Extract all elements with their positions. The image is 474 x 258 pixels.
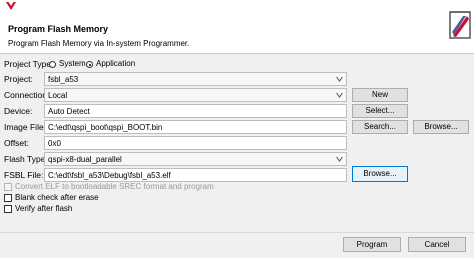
device-field[interactable]: Auto Detect — [44, 104, 347, 118]
connection-label: Connection: — [4, 90, 50, 100]
dialog-header: Program Flash Memory Program Flash Memor… — [0, 0, 474, 54]
verify-checkbox[interactable] — [4, 205, 12, 213]
fsbl-file-label: FSBL File: — [4, 170, 44, 180]
chevron-down-icon — [336, 76, 343, 82]
dialog-title: Program Flash Memory — [8, 24, 109, 34]
convert-elf-checkbox[interactable] — [4, 183, 12, 191]
image-file-label: Image File: — [4, 122, 47, 132]
blank-check-checkbox[interactable] — [4, 194, 12, 202]
connection-select-value: Local — [48, 91, 68, 100]
project-type-system-radio[interactable] — [49, 61, 56, 68]
project-type-system-label: System — [59, 59, 86, 68]
project-select-value: fsbl_a53 — [48, 75, 79, 84]
select-device-button[interactable]: Select... — [352, 104, 408, 118]
new-connection-button[interactable]: New — [352, 88, 408, 102]
convert-elf-label: Convert ELF to bootloadable SREC format … — [15, 182, 214, 191]
browse-image-button[interactable]: Browse... — [413, 120, 469, 134]
offset-label: Offset: — [4, 138, 29, 148]
project-type-label: Project Type: — [4, 59, 54, 69]
image-file-field[interactable]: C:\edt\qspi_boot\qspi_BOOT.bin — [44, 120, 347, 134]
chevron-down-icon — [336, 92, 343, 98]
project-type-application-radio[interactable] — [86, 61, 93, 68]
project-type-application-label: Application — [96, 59, 136, 68]
blank-check-label: Blank check after erase — [15, 193, 99, 202]
verify-label: Verify after flash — [15, 204, 73, 213]
cancel-button[interactable]: Cancel — [408, 237, 466, 252]
footer-divider — [0, 232, 474, 233]
flash-type-select[interactable]: qspi-x8-dual_parallel — [44, 152, 347, 166]
connection-select[interactable]: Local — [44, 88, 347, 102]
flash-type-label: Flash Type — [4, 154, 46, 164]
flash-memory-icon — [449, 11, 471, 39]
app-logo-icon — [6, 2, 16, 10]
project-select[interactable]: fsbl_a53 — [44, 72, 347, 86]
fsbl-file-field[interactable]: C:\edt\fsbl_a53\Debug\fsbl_a53.elf — [44, 168, 347, 182]
chevron-down-icon — [336, 156, 343, 162]
search-image-button[interactable]: Search... — [352, 120, 408, 134]
dialog-subtitle: Program Flash Memory via In-system Progr… — [8, 39, 190, 48]
project-label: Project: — [4, 74, 33, 84]
offset-field[interactable]: 0x0 — [44, 136, 347, 150]
browse-fsbl-button[interactable]: Browse... — [352, 166, 408, 182]
program-button[interactable]: Program — [343, 237, 401, 252]
device-label: Device: — [4, 106, 33, 116]
flash-type-select-value: qspi-x8-dual_parallel — [48, 155, 122, 164]
